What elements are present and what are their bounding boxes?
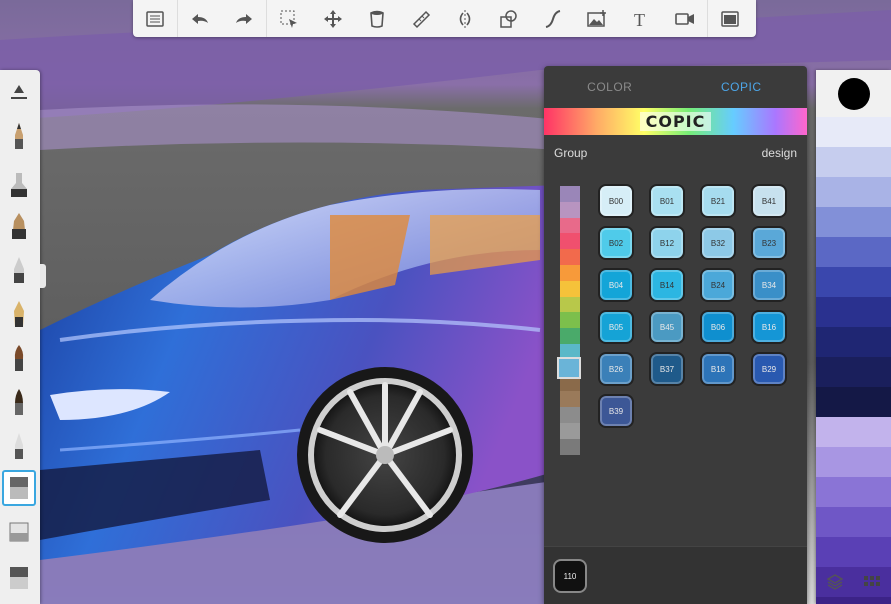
color-group-strip[interactable] — [557, 186, 581, 455]
group-strip-swatch[interactable] — [560, 407, 580, 423]
copic-chip-b01[interactable]: B01 — [649, 184, 685, 218]
copic-chip-b34[interactable]: B34 — [751, 268, 787, 302]
copic-chip-b29[interactable]: B29 — [751, 352, 787, 386]
fill-icon[interactable] — [355, 0, 399, 37]
color-swatch[interactable] — [816, 387, 891, 417]
color-swatch[interactable] — [816, 207, 891, 237]
current-color-puck[interactable] — [838, 78, 870, 110]
group-strip-swatch[interactable] — [560, 438, 580, 455]
group-strip-swatch[interactable] — [560, 328, 580, 344]
paintbrush-icon[interactable] — [2, 340, 36, 376]
marker-icon[interactable] — [2, 208, 36, 244]
airbrush-icon[interactable] — [2, 166, 36, 202]
undo-icon[interactable] — [178, 0, 222, 37]
copic-marker-icon[interactable] — [2, 560, 36, 596]
color-swatch[interactable] — [816, 117, 891, 147]
copic-chip-b37[interactable]: B37 — [649, 352, 685, 386]
shape-icon[interactable] — [487, 0, 531, 37]
ballpoint-icon[interactable] — [2, 252, 36, 288]
group-strip-swatch[interactable] — [560, 391, 580, 408]
tab-color[interactable]: COLOR — [544, 66, 676, 108]
copic-logo-bar: COPIC — [544, 108, 807, 135]
fountain-pen-icon[interactable] — [2, 296, 36, 332]
copic-chip-b16[interactable]: B16 — [751, 310, 787, 344]
copic-chip-b39[interactable]: B39 — [598, 394, 634, 428]
copic-chip-b45[interactable]: B45 — [649, 310, 685, 344]
group-strip-swatch[interactable] — [560, 249, 580, 265]
top-toolbar: T — [133, 0, 756, 37]
selection-icon[interactable] — [267, 0, 311, 37]
recent-colors-bar: 110 — [544, 546, 807, 604]
brush-palette — [0, 70, 40, 604]
brush-slider-icon[interactable] — [2, 74, 36, 110]
ruler-icon[interactable] — [399, 0, 443, 37]
group-strip-swatch[interactable] — [560, 217, 580, 234]
color-swatch[interactable] — [816, 177, 891, 207]
group-row: Group design — [544, 135, 807, 171]
color-swatch[interactable] — [816, 237, 891, 267]
copic-chip-b12[interactable]: B12 — [649, 226, 685, 260]
palette-drag-handle[interactable] — [40, 264, 46, 288]
color-swatch[interactable] — [816, 417, 891, 447]
group-strip-swatch[interactable] — [560, 422, 580, 439]
pencil-icon[interactable] — [2, 118, 36, 154]
copic-chip-b26[interactable]: B26 — [598, 352, 634, 386]
copic-chip-b24[interactable]: B24 — [700, 268, 736, 302]
group-strip-swatch[interactable] — [560, 280, 580, 297]
layers-icon[interactable] — [826, 573, 844, 591]
group-strip-swatch[interactable] — [560, 233, 580, 250]
video-icon[interactable] — [663, 0, 707, 37]
color-panel-tabs: COLOR COPIC — [544, 66, 807, 108]
copic-chip-b32[interactable]: B32 — [700, 226, 736, 260]
tab-copic[interactable]: COPIC — [676, 66, 808, 108]
color-swatch-list — [816, 117, 891, 604]
fullscreen-icon[interactable] — [708, 0, 752, 37]
color-swatch[interactable] — [816, 267, 891, 297]
group-strip-swatch[interactable] — [560, 264, 580, 281]
copic-chip-b00[interactable]: B00 — [598, 184, 634, 218]
svg-text:T: T — [634, 10, 645, 30]
color-swatch[interactable] — [816, 327, 891, 357]
copic-chip-b18[interactable]: B18 — [700, 352, 736, 386]
move-icon[interactable] — [311, 0, 355, 37]
selected-group-swatch[interactable] — [557, 356, 581, 379]
color-swatch[interactable] — [816, 357, 891, 387]
set-name-label[interactable]: design — [762, 146, 797, 160]
image-icon[interactable] — [575, 0, 619, 37]
text-icon[interactable]: T — [619, 0, 663, 37]
copic-logo: COPIC — [639, 112, 712, 131]
curve-icon[interactable] — [531, 0, 575, 37]
copic-chip-b02[interactable]: B02 — [598, 226, 634, 260]
color-swatch[interactable] — [816, 147, 891, 177]
copic-chip-b04[interactable]: B04 — [598, 268, 634, 302]
menu-icon[interactable] — [133, 0, 177, 37]
group-strip-swatch[interactable] — [560, 312, 580, 329]
color-swatch[interactable] — [816, 507, 891, 537]
fine-pen-icon[interactable] — [2, 428, 36, 464]
copic-chip-b06[interactable]: B06 — [700, 310, 736, 344]
copic-chip-b14[interactable]: B14 — [649, 268, 685, 302]
group-strip-swatch[interactable] — [560, 201, 580, 218]
copic-chip-b05[interactable]: B05 — [598, 310, 634, 344]
group-strip-swatch[interactable] — [560, 186, 580, 202]
color-puck-column — [816, 70, 891, 604]
copic-chip-b23[interactable]: B23 — [751, 226, 787, 260]
copic-chip-b41[interactable]: B41 — [751, 184, 787, 218]
color-column-footer — [816, 560, 891, 604]
grid-palette-icon[interactable] — [863, 573, 881, 591]
color-swatch[interactable] — [816, 477, 891, 507]
copic-chip-b21[interactable]: B21 — [700, 184, 736, 218]
ink-pen-icon[interactable] — [2, 384, 36, 420]
copic-color-panel: COLOR COPIC COPIC Group design B00 B01 B21… — [544, 66, 807, 604]
symmetry-icon[interactable] — [443, 0, 487, 37]
group-strip-swatch[interactable] — [560, 296, 580, 313]
recent-color-chip[interactable]: 110 — [553, 559, 587, 593]
eraser-icon[interactable] — [2, 514, 36, 550]
color-swatch[interactable] — [816, 297, 891, 327]
color-swatch[interactable] — [816, 447, 891, 477]
chisel-marker-icon[interactable] — [2, 470, 36, 506]
redo-icon[interactable] — [222, 0, 266, 37]
group-label[interactable]: Group — [554, 146, 587, 160]
